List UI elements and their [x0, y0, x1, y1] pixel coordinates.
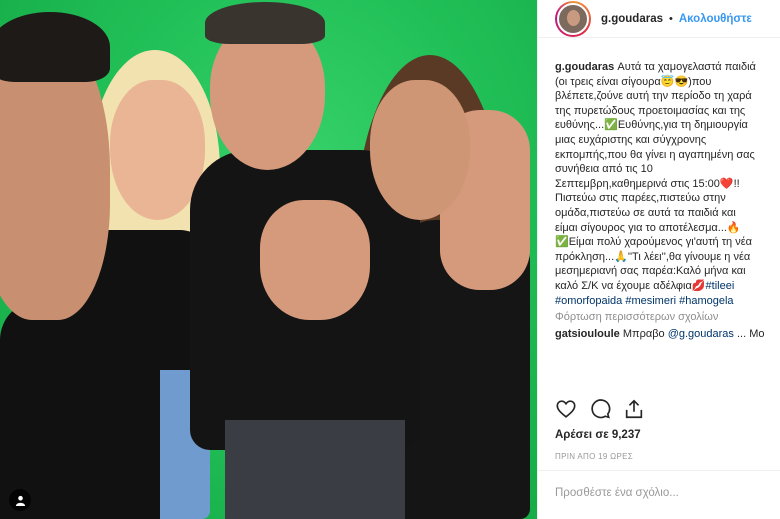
caption-line: καλό Σ/Κ να έχουμε αδέλφια💋: [555, 279, 706, 292]
caption-line: Αυτά τα χαμογελαστά παιδιά: [617, 61, 756, 73]
comment-text: Μπραβο: [622, 328, 668, 341]
caption-line: Πιστεύω στις παρέες,πιστεύω στην: [555, 192, 726, 205]
follow-button[interactable]: Ακολουθήστε: [679, 13, 752, 25]
comment-mention[interactable]: @g.goudaras: [668, 328, 734, 340]
person-brunette-face: [370, 80, 470, 220]
person-left-hair: [0, 12, 110, 82]
post-photo[interactable]: [0, 0, 537, 519]
caption-line: βλέπετε,ζούνε αυτή την περίοδο τη χαρά: [555, 90, 752, 103]
post-header: g.goudaras • Ακολουθήστε: [538, 0, 780, 38]
share-icon[interactable]: [623, 398, 645, 423]
comments-section: g.goudaras Αυτά τα χαμογελαστά παιδιά (ο…: [555, 60, 780, 396]
comment-icon[interactable]: [589, 398, 611, 423]
caption-line: μεσημεριανή σας παρέα:Καλό μήνα και: [555, 265, 746, 278]
person-bearded-jeans: [225, 420, 405, 519]
user-tag-icon[interactable]: [9, 489, 31, 511]
peace-sign-hand: [260, 200, 370, 320]
caption-line: ✅Είμαι πολύ χαρούμενος γι'αυτή τη νέα: [555, 236, 752, 249]
caption-line: ευθύνης...✅Ευθύνης,για τη δημιουργία: [555, 119, 748, 132]
header-username[interactable]: g.goudaras: [601, 13, 663, 25]
caption-line: είμαι σίγουρος για το αποτέλεσμα...🔥: [555, 221, 741, 234]
post-actions: [555, 398, 645, 423]
caption: g.goudaras Αυτά τα χαμογελαστά παιδιά (ο…: [555, 60, 780, 308]
hashtag-links[interactable]: #omorfopaida #mesimeri #hamogela: [555, 294, 780, 309]
caption-line: πρόκληση...🙏''Τι λέει'',θα γίνουμε η νέα: [555, 250, 751, 263]
caption-line: εκπομπής,που θα γίνει η αγαπημένη σας: [555, 148, 755, 161]
add-comment-bar: [538, 470, 780, 519]
post-timestamp: ΠΡΙΝ ΑΠΟ 19 ΩΡΕΣ: [555, 452, 633, 461]
person-bearded-hair: [205, 2, 325, 44]
caption-line: ομάδα,πιστεύω σε αυτά τα παιδιά και: [555, 206, 736, 219]
caption-line: (οι τρεις είναι σίγουρα😇😎)που: [555, 75, 712, 88]
comment-input[interactable]: [555, 487, 755, 499]
caption-line: συνήθεια από τις 10: [555, 163, 653, 176]
caption-line: μιας ευχάριστης και σύγχρονης: [555, 133, 707, 146]
heart-icon[interactable]: [555, 398, 577, 423]
likes-count[interactable]: Αρέσει σε 9,237: [555, 429, 641, 441]
caption-line: Σεπτεμβρη,καθημερινά στις 15:00❤️!!: [555, 177, 740, 190]
person-left-body: [0, 300, 160, 519]
comment-username[interactable]: gatsiouloule: [555, 328, 620, 340]
post-sidebar: g.goudaras • Ακολουθήστε g.goudaras Αυτά…: [537, 0, 780, 519]
hashtag-link[interactable]: #tileei: [706, 280, 735, 292]
load-more-comments-button[interactable]: Φόρτωση περισσότερων σχολίων: [555, 311, 780, 323]
header-separator: •: [668, 12, 673, 25]
caption-username[interactable]: g.goudaras: [555, 61, 614, 73]
comment: gatsiouloule Μπραβο @g.goudaras ... Μο: [555, 327, 780, 347]
avatar[interactable]: [555, 0, 591, 37]
comment-text-tail: ... Μο: [733, 328, 765, 341]
caption-line: της πυρετώδους προετοιμασίας και της: [555, 104, 746, 117]
